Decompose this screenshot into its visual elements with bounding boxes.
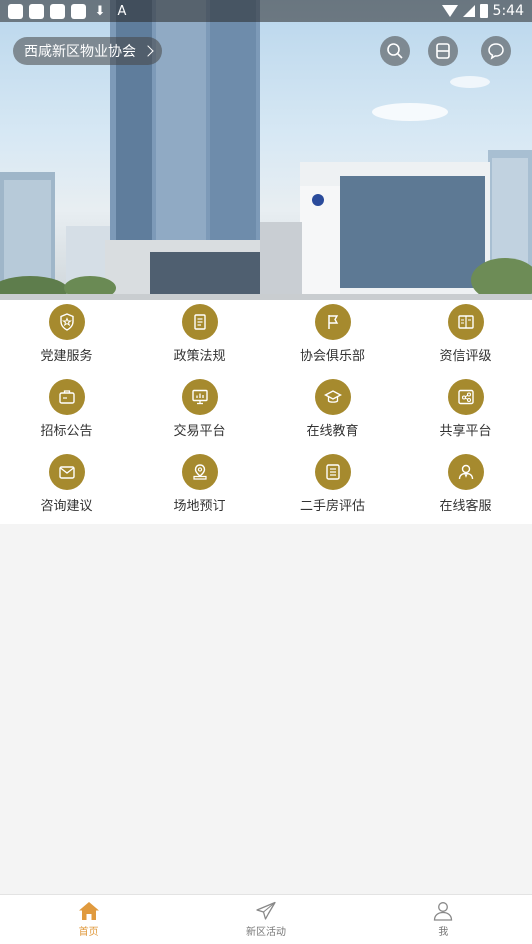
notification-icon — [50, 3, 65, 19]
paper-plane-icon — [256, 901, 276, 920]
grid-item-label: 咨询建议 — [40, 499, 93, 514]
download-icon: ⬇ — [94, 3, 106, 19]
battery-icon — [479, 4, 488, 18]
briefcase-icon — [48, 379, 85, 415]
feature-grid: 党建服务 政策法规 协会俱乐部 资信评级 招标公告 交易平台 在线教育 共享平台… — [0, 300, 532, 524]
search-icon — [387, 43, 403, 59]
grid-item-credit[interactable]: 资信评级 — [399, 300, 532, 375]
mail-icon — [48, 454, 85, 490]
grid-item-venue[interactable]: 场地预订 — [133, 450, 266, 524]
message-button[interactable] — [481, 36, 511, 66]
grid-item-house-assessment[interactable]: 二手房评估 — [266, 450, 399, 524]
monitor-chart-icon — [181, 379, 218, 415]
tab-activities[interactable]: 新区活动 — [177, 895, 354, 944]
grid-item-label: 交易平台 — [173, 424, 226, 439]
tab-label: 我 — [438, 927, 449, 938]
notification-icon — [29, 3, 44, 19]
scan-button[interactable] — [428, 36, 458, 66]
grid-item-label: 在线教育 — [306, 424, 359, 439]
graduation-cap-icon — [314, 379, 351, 415]
location-selector[interactable]: 西咸新区物业协会 — [13, 37, 162, 65]
grid-item-label: 党建服务 — [40, 349, 93, 364]
status-time: 5:44 — [492, 3, 524, 19]
grid-item-label: 资信评级 — [439, 349, 492, 364]
grid-item-label: 在线客服 — [439, 499, 492, 514]
user-icon — [434, 902, 453, 921]
list-doc-icon — [314, 454, 351, 490]
grid-item-consult[interactable]: 咨询建议 — [0, 450, 133, 524]
location-label: 西咸新区物业协会 — [24, 44, 136, 60]
grid-item-tender[interactable]: 招标公告 — [0, 375, 133, 450]
home-icon — [78, 902, 99, 920]
notification-icon — [8, 3, 23, 19]
grid-item-label: 招标公告 — [40, 424, 93, 439]
location-pin-icon — [181, 454, 218, 490]
tab-home[interactable]: 首页 — [0, 895, 177, 944]
tab-label: 首页 — [78, 927, 99, 938]
share-icon — [447, 379, 484, 415]
grid-item-label: 协会俱乐部 — [299, 349, 365, 364]
grid-item-club[interactable]: 协会俱乐部 — [266, 300, 399, 375]
customer-service-icon — [447, 454, 484, 490]
bottom-tab-bar: 首页 新区活动 我 — [0, 894, 532, 944]
grid-item-share[interactable]: 共享平台 — [399, 375, 532, 450]
grid-item-label: 二手房评估 — [299, 499, 365, 514]
grid-item-label: 共享平台 — [439, 424, 492, 439]
scan-icon — [436, 43, 450, 59]
a-notification-icon: A — [117, 3, 127, 19]
tab-label: 新区活动 — [245, 927, 286, 938]
wifi-icon — [441, 5, 458, 17]
document-icon — [181, 304, 218, 340]
credit-book-icon — [447, 304, 484, 340]
search-button[interactable] — [380, 36, 410, 66]
grid-item-education[interactable]: 在线教育 — [266, 375, 399, 450]
signal-icon — [462, 5, 475, 17]
notification-icon — [71, 3, 86, 19]
shield-star-icon — [48, 304, 85, 340]
grid-item-customer-service[interactable]: 在线客服 — [399, 450, 532, 524]
grid-item-label: 政策法规 — [173, 349, 226, 364]
flag-icon — [314, 304, 351, 340]
status-bar: ⬇ A 5:44 — [0, 0, 532, 22]
grid-item-trade[interactable]: 交易平台 — [133, 375, 266, 450]
grid-item-policy[interactable]: 政策法规 — [133, 300, 266, 375]
grid-item-party-service[interactable]: 党建服务 — [0, 300, 133, 375]
message-icon — [488, 43, 504, 60]
chevron-right-icon — [142, 45, 154, 57]
tab-me[interactable]: 我 — [355, 895, 532, 944]
grid-item-label: 场地预订 — [173, 499, 226, 514]
